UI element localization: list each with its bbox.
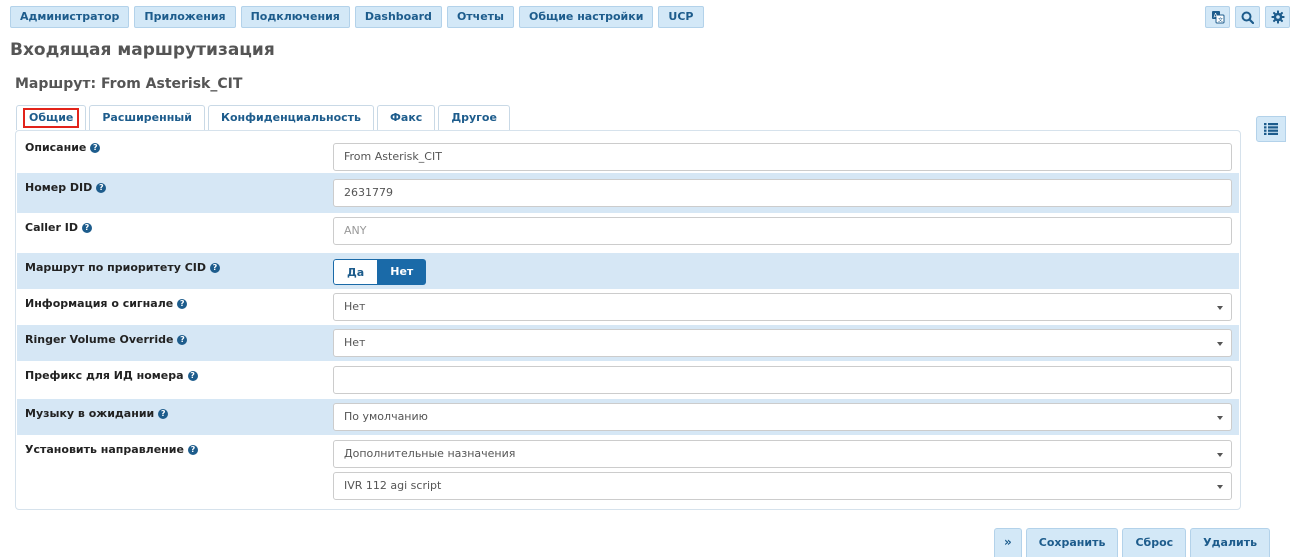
row-cid-priority: Маршрут по приоритету CID? Да Нет [17,253,1239,289]
delete-button[interactable]: Удалить [1190,528,1271,557]
save-button[interactable]: Сохранить [1025,528,1119,557]
nav-connectivity[interactable]: Подключения [240,6,350,28]
tab-general-label: Общие [23,108,80,128]
row-moh: Музыку в ожидании? По умолчанию [17,399,1239,435]
search-button[interactable] [1235,6,1260,28]
list-icon [1264,123,1278,135]
nav-applications[interactable]: Приложения [134,6,236,28]
nav-dashboard[interactable]: Dashboard [354,6,442,28]
help-icon[interactable]: ? [187,370,198,381]
did-input[interactable]: 2631779 [333,179,1232,207]
translate-icon: A 文 [1211,11,1224,24]
row-ringer: Ringer Volume Override? Нет [17,325,1239,361]
tab-general[interactable]: Общие [16,105,87,130]
nav-admin[interactable]: Администратор [10,6,130,28]
page-title: Входящая маршрутизация [10,40,275,60]
row-did: Номер DID? 2631779 [17,173,1239,213]
action-bar: » Сохранить Сброс Удалить [994,528,1274,557]
settings-button[interactable] [1265,6,1290,28]
route-title: Маршрут: From Asterisk_CIT [15,76,243,92]
row-destination: Установить направление? Дополнительные н… [17,435,1239,507]
cid-priority-toggle: Да Нет [333,259,427,285]
description-label: Описание [25,141,87,154]
cid-priority-label: Маршрут по приоритету CID [25,261,206,274]
row-prefix: Префикс для ИД номера? [17,361,1239,399]
help-icon[interactable]: ? [90,142,101,153]
translate-button[interactable]: A 文 [1205,6,1230,28]
row-callerid: Caller ID? ANY [17,213,1239,253]
cid-priority-yes[interactable]: Да [333,259,378,285]
search-icon [1241,11,1254,24]
help-icon[interactable]: ? [177,298,188,309]
cid-priority-no[interactable]: Нет [377,259,427,285]
prefix-input[interactable] [333,366,1232,394]
nav-tools: A 文 [1200,6,1290,28]
help-icon[interactable]: ? [81,222,92,233]
ringer-label: Ringer Volume Override [25,333,174,346]
moh-label: Музыку в ожидании [25,407,155,420]
expand-actions-button[interactable]: » [994,528,1022,557]
nav-reports[interactable]: Отчеты [446,6,514,28]
did-label: Номер DID [25,181,93,194]
gear-icon [1271,10,1284,24]
tab-bar: Общие Расширенный Конфиденциальность Фак… [16,105,513,130]
side-panel-toggle[interactable] [1256,116,1286,142]
destination-target-select[interactable]: IVR 112 agi script [333,472,1232,500]
nav-settings[interactable]: Общие настройки [519,6,654,28]
tab-privacy[interactable]: Конфиденциальность [207,105,374,130]
help-icon[interactable]: ? [210,262,220,273]
moh-select[interactable]: По умолчанию [333,403,1232,431]
alertinfo-select[interactable]: Нет [333,293,1232,321]
help-icon[interactable]: ? [96,182,107,193]
help-icon[interactable]: ? [187,444,198,455]
destination-category-select[interactable]: Дополнительные назначения [333,440,1232,468]
tab-advanced[interactable]: Расширенный [89,105,205,130]
alertinfo-label: Информация о сигнале [25,297,174,310]
callerid-input[interactable]: ANY [333,217,1232,245]
ringer-select[interactable]: Нет [333,329,1232,357]
nav-ucp[interactable]: UCP [658,6,704,28]
help-icon[interactable]: ? [177,334,188,345]
reset-button[interactable]: Сброс [1122,528,1187,557]
description-input[interactable]: From Asterisk_CIT [333,143,1232,171]
row-description: Описание? From Asterisk_CIT [17,133,1239,173]
svg-text:文: 文 [1218,17,1223,24]
callerid-label: Caller ID [25,221,78,234]
form-panel: Описание? From Asterisk_CIT Номер DID? 2… [15,130,1241,510]
row-alertinfo: Информация о сигнале? Нет [17,289,1239,325]
help-icon[interactable]: ? [158,408,169,419]
destination-label: Установить направление [25,443,184,456]
top-nav: Администратор Приложения Подключения Das… [0,0,1300,34]
tab-other[interactable]: Другое [438,105,510,130]
prefix-label: Префикс для ИД номера [25,369,184,382]
tab-fax[interactable]: Факс [377,105,436,130]
